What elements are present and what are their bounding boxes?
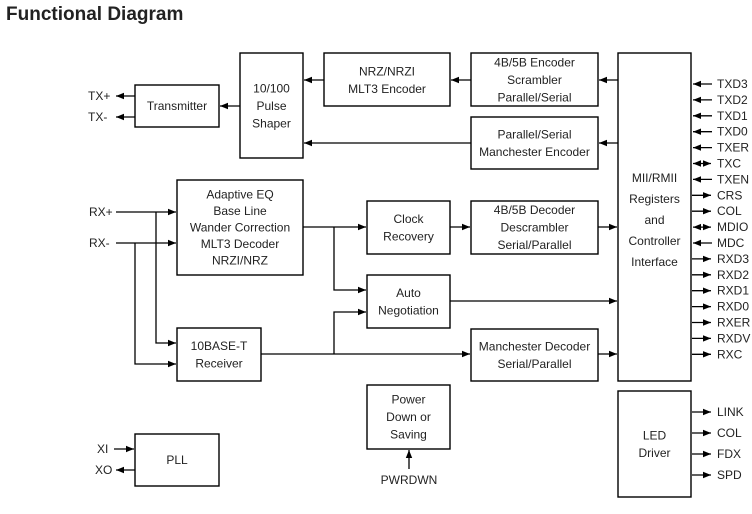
mii-interface-label-line: Registers <box>629 192 680 206</box>
mii-interface-label-line: MII/RMII <box>632 171 677 185</box>
clock-recovery-label-line: Clock <box>393 212 424 226</box>
block-auto-negotiation: Auto Negotiation <box>366 274 451 329</box>
manchester-decoder-label-line: Serial/Parallel <box>497 357 571 371</box>
pin-rxdv: RXDV <box>717 331 750 345</box>
block-transmitter: Transmitter <box>134 84 220 128</box>
decoder-4b5b-label-line: Descrambler <box>500 221 568 235</box>
pin-txc: TXC <box>717 157 741 171</box>
pin-mdc: MDC <box>717 236 745 250</box>
auto-negotiation-label-line: Auto <box>396 286 421 300</box>
pin-spd: SPD <box>717 468 742 482</box>
receiver-10baset-label-line: 10BASE-T <box>191 339 248 353</box>
pin-txd0: TXD0 <box>717 125 748 139</box>
pulse-shaper-label-line: Pulse <box>256 99 286 113</box>
pin-tx-plus: TX+ <box>88 89 110 103</box>
wire-eq-autoneg <box>333 227 366 294</box>
wire-receiver-autoneg <box>333 308 366 354</box>
mii-interface-label-line: and <box>644 213 664 227</box>
pin-txd2: TXD2 <box>717 93 748 107</box>
adaptive-eq-label-line: Adaptive EQ <box>206 188 273 202</box>
block-power-down: Power Down or Saving <box>366 384 451 450</box>
pin-rx-plus: RX+ <box>89 205 113 219</box>
mii-interface-label-line: Controller <box>628 234 680 248</box>
pin-col: COL <box>717 204 742 218</box>
pin-xi: XI <box>97 442 108 456</box>
receiver-10baset-label-line: Receiver <box>195 356 242 370</box>
pin-rxd0: RXD0 <box>717 300 749 314</box>
decoder-4b5b-label-line: Serial/Parallel <box>497 238 571 252</box>
power-down-label-line: Down or <box>386 410 431 424</box>
mlt3-encoder-label-line: NRZ/NRZI <box>359 64 415 78</box>
pll-label-line: PLL <box>166 453 188 467</box>
led-driver-label-line: LED <box>643 428 667 442</box>
pin-mdio: MDIO <box>717 220 748 234</box>
encoder-4b5b-label-line: 4B/5B Encoder <box>494 56 575 70</box>
manchester-encoder-label-line: Parallel/Serial <box>497 127 571 141</box>
pin-crs: CRS <box>717 188 742 202</box>
block-adaptive-eq: Adaptive EQ Base Line Wander Correction MLT… <box>176 179 304 276</box>
pulse-shaper-label-line: Shaper <box>252 117 291 131</box>
manchester-encoder-label-line: Manchester Encoder <box>479 145 590 159</box>
pulse-shaper-label-line: 10/100 <box>253 82 290 96</box>
functional-diagram: Transmitter 10/100 Pulse Shaper NRZ/NRZI ML… <box>88 52 751 498</box>
transmitter-label-line: Transmitter <box>147 99 207 113</box>
clock-recovery-label-line: Recovery <box>383 229 434 243</box>
led-driver-label-line: Driver <box>639 446 671 460</box>
adaptive-eq-label-line: Wander Correction <box>190 221 290 235</box>
adaptive-eq-label-line: NRZI/NRZ <box>212 254 268 268</box>
pin-xo: XO <box>95 463 112 477</box>
block-10baset-receiver: 10BASE-T Receiver <box>176 327 262 382</box>
adaptive-eq-label-line: MLT3 Decoder <box>201 237 279 251</box>
pin-rxc: RXC <box>717 347 743 361</box>
manchester-decoder-label-line: Manchester Decoder <box>479 339 590 353</box>
power-down-label-line: Power <box>391 393 425 407</box>
block-mii-interface: MII/RMII Registers and Controller Interface <box>617 52 692 382</box>
block-4b5b-decoder: 4B/5B Decoder Descrambler Serial/Parallel <box>470 200 599 255</box>
pin-link: LINK <box>717 405 744 419</box>
pin-txer: TXER <box>717 141 749 155</box>
mii-pin-list: TXD3 TXD2 TXD1 TXD0 TXER TXCTXEN CRS COL MDIO MDC… <box>692 77 751 361</box>
pin-pwrdwn: PWRDWN <box>381 473 438 487</box>
block-clock-recovery: Clock Recovery <box>366 200 451 255</box>
led-pin-list: LINK COL FDX SPD <box>692 405 744 482</box>
mlt3-encoder-label-line: MLT3 Encoder <box>348 82 426 96</box>
pin-col: COL <box>717 426 742 440</box>
pin-rxd3: RXD3 <box>717 252 749 266</box>
pin-rx-minus: RX- <box>89 236 110 250</box>
block-led-driver: LED Driver <box>617 390 692 498</box>
wire-rxplus-receiver <box>155 212 176 347</box>
block-pulse-shaper: 10/100 Pulse Shaper <box>239 52 304 159</box>
encoder-4b5b-label-line: Parallel/Serial <box>497 91 571 105</box>
block-mlt3-encoder: NRZ/NRZI MLT3 Encoder <box>323 52 451 107</box>
pin-txen: TXEN <box>717 172 749 186</box>
block-manchester-decoder: Manchester Decoder Serial/Parallel <box>470 328 599 382</box>
block-4b5b-encoder: 4B/5B Encoder Scrambler Parallel/Serial <box>470 52 599 107</box>
block-pll: PLL <box>134 433 220 487</box>
pin-rxd2: RXD2 <box>717 268 749 282</box>
encoder-4b5b-label-line: Scrambler <box>507 73 562 87</box>
adaptive-eq-label-line: Base Line <box>213 204 267 218</box>
pin-rxer: RXER <box>717 316 751 330</box>
mii-interface-label-line: Interface <box>631 255 678 269</box>
pin-fdx: FDX <box>717 447 741 461</box>
pin-rxd1: RXD1 <box>717 284 749 298</box>
power-down-label-line: Saving <box>390 428 427 442</box>
pin-txd1: TXD1 <box>717 109 748 123</box>
pin-tx-minus: TX- <box>88 110 107 124</box>
block-manchester-encoder: Parallel/Serial Manchester Encoder <box>470 116 599 170</box>
decoder-4b5b-label-line: 4B/5B Decoder <box>494 203 575 217</box>
auto-negotiation-label-line: Negotiation <box>378 303 439 317</box>
pin-txd3: TXD3 <box>717 77 748 91</box>
